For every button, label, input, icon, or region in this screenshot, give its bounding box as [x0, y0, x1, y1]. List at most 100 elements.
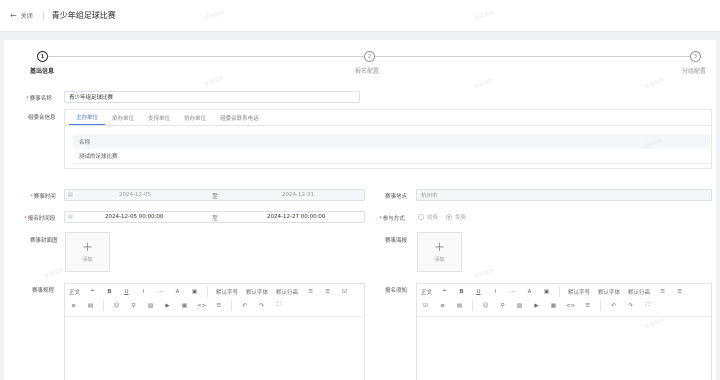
line-height-select[interactable]: 默认行高: [276, 286, 298, 297]
radio-icon: [446, 214, 453, 220]
font-size-select[interactable]: 默认字号: [568, 286, 590, 297]
calendar-icon: ▤: [68, 192, 73, 198]
table-icon[interactable]: ▦: [180, 300, 189, 311]
radio-free[interactable]: 免费: [446, 213, 466, 221]
font-color-icon[interactable]: A: [173, 286, 182, 297]
event-name-input[interactable]: 青少年组足球比赛: [64, 91, 360, 103]
emoji-icon[interactable]: ☺: [112, 300, 121, 311]
redo-icon[interactable]: ↷: [626, 300, 635, 311]
event-time-range[interactable]: ▤ 2024-12-05 至 2024-12-31: [64, 189, 365, 201]
more-icon[interactable]: ···: [508, 286, 517, 297]
align-icon[interactable]: ≡: [69, 300, 78, 311]
calendar-icon: ▤: [68, 214, 73, 220]
todo-icon[interactable]: ☑: [340, 286, 349, 297]
plus-icon: +: [82, 240, 93, 255]
fullscreen-icon[interactable]: ⛶: [643, 300, 652, 311]
signup-time-range[interactable]: ▤ 2024-12-05 00:00:00 至 2024-12-27 00:00…: [64, 211, 365, 223]
align-icon[interactable]: ≡: [438, 300, 447, 311]
divider: [103, 300, 104, 311]
link-icon[interactable]: ⚲: [129, 300, 138, 311]
editor-toolbar: 正文 ❝ B U I ··· A ▣ 默认字号 默认字体 默认行高 ☰ ☰ ☑ …: [417, 284, 711, 317]
step-2-circle: 2: [364, 51, 375, 62]
font-color-icon[interactable]: A: [525, 286, 534, 297]
bullet-list-icon[interactable]: ☰: [306, 286, 315, 297]
todo-icon[interactable]: ☑: [421, 300, 430, 311]
underline-icon[interactable]: U: [122, 286, 131, 297]
code-icon[interactable]: <>: [566, 300, 575, 311]
divider-line-icon[interactable]: ☰: [214, 300, 223, 311]
editor-toolbar: 正文 ❝ B U I ··· A ▣ 默认字号 默认字体 默认行高 ☰ ☰ ☑ …: [65, 284, 364, 317]
bold-icon[interactable]: B: [105, 286, 114, 297]
event-time-end: 2024-12-31: [282, 192, 314, 198]
step-3-circle: 3: [690, 51, 701, 62]
close-button[interactable]: ← 关闭: [10, 11, 33, 20]
undo-icon[interactable]: ↶: [609, 300, 618, 311]
video-icon[interactable]: ▶: [532, 300, 541, 311]
upload-add-label: 添加: [434, 257, 445, 263]
watermark: 天天运动: [43, 267, 65, 281]
mode-label: *参与方式: [379, 216, 405, 222]
cover-upload[interactable]: + 添加: [65, 232, 110, 272]
indent-icon[interactable]: ▤: [455, 300, 464, 311]
form-card: 1 基础信息 2 报名配置 3 分组配置 *赛事名称 青少年组足球比赛 组委会信…: [4, 10, 716, 380]
organizer-tabs: 主办单位 承办单位 支持单位 协办单位 组委会联系电话 名称 测试的足球比赛: [64, 109, 712, 169]
divider: [600, 300, 602, 311]
step-2-label: 报名配置: [355, 68, 380, 75]
poster-upload[interactable]: + 添加: [417, 232, 462, 272]
quote-icon[interactable]: ❝: [440, 286, 449, 297]
close-label: 关闭: [20, 13, 33, 20]
range-separator: 至: [212, 214, 219, 222]
rules-editor[interactable]: 正文 ❝ B U I ··· A ▣ 默认字号 默认字体 默认行高 ☰ ☰ ☑ …: [64, 283, 365, 380]
emoji-icon[interactable]: ☺: [481, 300, 490, 311]
font-family-select[interactable]: 默认字体: [246, 286, 268, 297]
watermark: 天天运动: [643, 77, 665, 91]
image-icon[interactable]: ▨: [515, 300, 524, 311]
indent-icon[interactable]: ▤: [86, 300, 95, 311]
numbered-list-icon[interactable]: ☰: [675, 286, 684, 297]
watermark: 天天运动: [473, 77, 495, 91]
background-color-icon[interactable]: ▣: [542, 286, 551, 297]
font-size-select[interactable]: 默认字号: [216, 286, 238, 297]
more-icon[interactable]: ···: [156, 286, 165, 297]
radio-paid[interactable]: 收费: [418, 213, 438, 221]
bold-icon[interactable]: B: [457, 286, 466, 297]
italic-icon[interactable]: I: [139, 286, 148, 297]
watermark: 天天运动: [473, 267, 495, 281]
notice-editor[interactable]: 正文 ❝ B U I ··· A ▣ 默认字号 默认字体 默认行高 ☰ ☰ ☑ …: [416, 283, 712, 380]
table-header: 名称: [73, 134, 710, 149]
numbered-list-icon[interactable]: ☰: [323, 286, 332, 297]
redo-icon[interactable]: ↷: [257, 300, 266, 311]
tab-host[interactable]: 主办单位: [69, 110, 106, 125]
paragraph-select[interactable]: 正文: [69, 286, 80, 297]
poster-label: 赛事海报: [385, 238, 408, 244]
italic-icon[interactable]: I: [491, 286, 500, 297]
link-icon[interactable]: ⚲: [498, 300, 507, 311]
table-icon[interactable]: ▦: [549, 300, 558, 311]
arrow-left-icon: ←: [10, 11, 17, 20]
font-family-select[interactable]: 默认字体: [598, 286, 620, 297]
video-icon[interactable]: ▶: [163, 300, 172, 311]
signup-time-end: 2024-12-27 00:00:00: [267, 214, 326, 220]
line-height-select[interactable]: 默认行高: [628, 286, 650, 297]
tab-supporter[interactable]: 支持单位: [141, 110, 177, 125]
tab-contact-phone[interactable]: 组委会联系电话: [213, 110, 266, 125]
underline-icon[interactable]: U: [474, 286, 483, 297]
image-icon[interactable]: ▨: [146, 300, 155, 311]
divider: [559, 286, 561, 297]
organizer-table: 名称 测试的足球比赛: [73, 134, 710, 164]
paragraph-select[interactable]: 正文: [421, 286, 432, 297]
background-color-icon[interactable]: ▣: [190, 286, 199, 297]
code-icon[interactable]: <>: [197, 300, 206, 311]
undo-icon[interactable]: ↶: [240, 300, 249, 311]
bullet-list-icon[interactable]: ☰: [658, 286, 667, 297]
event-time-start: 2024-12-05: [119, 192, 151, 198]
tab-organizer[interactable]: 承办单位: [105, 110, 141, 125]
tab-co-organizer[interactable]: 协办单位: [177, 110, 213, 125]
table-row: 测试的足球比赛: [73, 149, 710, 164]
quote-icon[interactable]: ❝: [88, 286, 97, 297]
event-name-label: *赛事名称: [26, 96, 52, 102]
page-title: 青少年组足球比赛: [51, 11, 116, 20]
location-input[interactable]: 杭州市: [416, 189, 712, 201]
divider-line-icon[interactable]: ☰: [583, 300, 592, 311]
fullscreen-icon[interactable]: ⛶: [274, 300, 283, 311]
